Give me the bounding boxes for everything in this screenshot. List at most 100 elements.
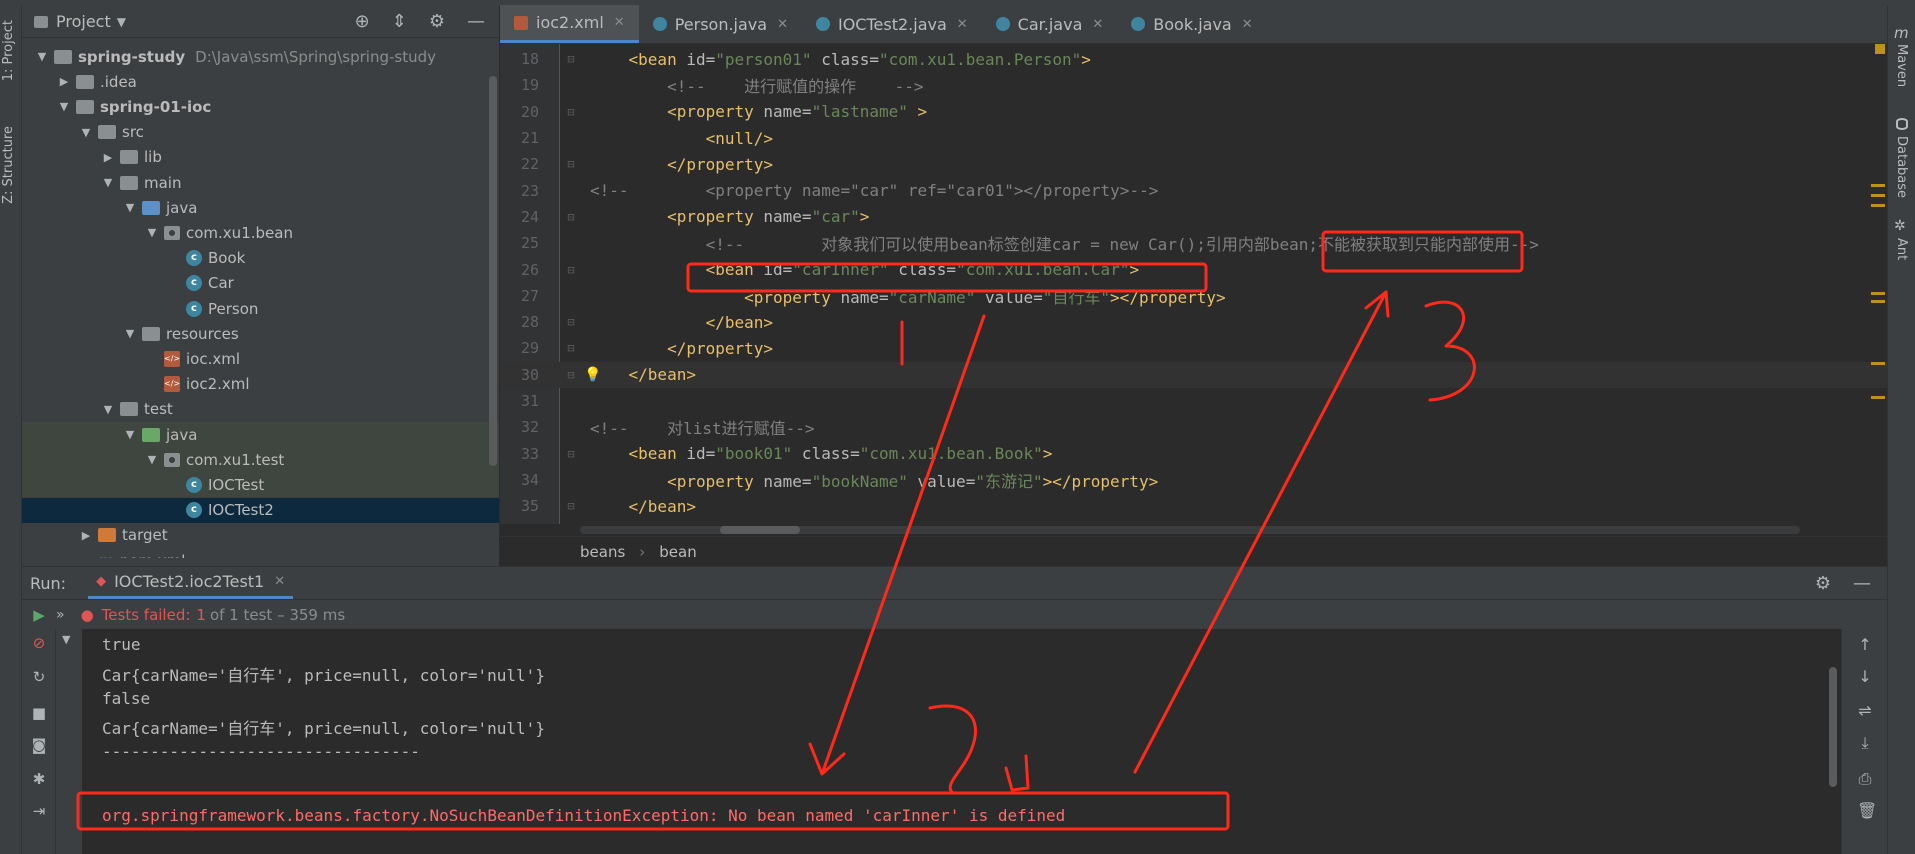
- code-line[interactable]: 34 <property name="bookName" value="东游记"…: [500, 467, 1887, 493]
- fold-marker-icon[interactable]: ⊟: [560, 447, 582, 461]
- tree-item[interactable]: ▼ com.xu1.bean: [22, 220, 499, 245]
- code-line[interactable]: 29 ⊟ </property>: [500, 335, 1887, 361]
- lightbulb-icon[interactable]: 💡: [584, 367, 601, 383]
- collapse-all-icon[interactable]: ⇕: [392, 11, 407, 32]
- scroll-thumb[interactable]: [720, 526, 800, 534]
- code-line[interactable]: 35 ⊟ </bean>: [500, 493, 1887, 519]
- ant-tool-tab[interactable]: Ant: [1894, 238, 1909, 260]
- chevron-right-icon[interactable]: ▶: [56, 75, 72, 88]
- maven-tool-tab[interactable]: Maven: [1894, 44, 1909, 87]
- close-icon[interactable]: ✕: [957, 17, 968, 32]
- close-icon[interactable]: ✕: [777, 17, 788, 32]
- project-scrollbar[interactable]: [489, 76, 497, 466]
- warning-marker[interactable]: [1871, 194, 1885, 197]
- code-line[interactable]: 18 ⊟ <bean id="person01" class="com.xu1.b…: [500, 46, 1887, 72]
- tree-item[interactable]: ▼ resources: [22, 321, 499, 346]
- chevron-down-icon[interactable]: ▼: [122, 327, 138, 340]
- tree-item[interactable]: m pom.xml: [22, 548, 499, 559]
- warning-marker[interactable]: [1871, 396, 1885, 399]
- tree-item[interactable]: ▼ test: [22, 397, 499, 422]
- settings-icon[interactable]: ✱: [31, 771, 47, 787]
- chevron-down-icon[interactable]: ▼: [122, 201, 138, 214]
- project-tree[interactable]: ▼ spring-study D:\Java\ssm\Spring\spring-s…: [22, 38, 499, 558]
- tree-item[interactable]: </> ioc2.xml: [22, 372, 499, 397]
- chevron-down-icon[interactable]: ▼: [78, 126, 94, 139]
- fold-marker-icon[interactable]: ⊟: [560, 105, 582, 119]
- rerun-icon[interactable]: ▶: [22, 606, 56, 624]
- test-tree[interactable]: ▼: [56, 629, 82, 854]
- chevron-down-icon[interactable]: ▼: [122, 428, 138, 441]
- warning-marker[interactable]: [1871, 300, 1885, 303]
- tree-item[interactable]: ▶ target: [22, 523, 499, 548]
- fold-marker-icon[interactable]: ⊟: [560, 210, 582, 224]
- gear-icon[interactable]: ⚙: [1815, 573, 1831, 594]
- console-output[interactable]: true Car{carName='自行车', price=null, color…: [82, 629, 1862, 854]
- chevron-down-icon[interactable]: ▼: [100, 403, 116, 416]
- tree-item[interactable]: c Person: [22, 296, 499, 321]
- fold-marker-icon[interactable]: ⊟: [560, 368, 582, 382]
- run-config-tab[interactable]: ◆ IOCTest2.ioc2Test1 ✕: [88, 567, 294, 599]
- gear-icon[interactable]: ⚙: [429, 11, 445, 32]
- warning-marker[interactable]: [1871, 292, 1885, 295]
- warning-marker[interactable]: [1871, 184, 1885, 187]
- soft-wrap-icon[interactable]: ⇌: [1857, 701, 1873, 720]
- camera-icon[interactable]: ◙: [31, 737, 47, 753]
- chevron-down-icon[interactable]: ▼: [117, 15, 126, 29]
- editor-horizontal-scrollbar[interactable]: [580, 526, 1800, 534]
- tree-item[interactable]: ▶ lib: [22, 145, 499, 170]
- down-arrow-icon[interactable]: ↓: [1857, 667, 1873, 686]
- chevron-down-icon[interactable]: ▼: [62, 633, 70, 646]
- fold-marker-icon[interactable]: ⊟: [560, 52, 582, 66]
- tree-item[interactable]: c Book: [22, 246, 499, 271]
- up-arrow-icon[interactable]: ↑: [1857, 635, 1873, 654]
- tree-item[interactable]: ▶ .idea: [22, 69, 499, 94]
- tree-item[interactable]: ▼ java: [22, 195, 499, 220]
- project-panel-title[interactable]: Project: [56, 12, 111, 31]
- chevron-down-icon[interactable]: ▼: [34, 50, 50, 63]
- close-icon[interactable]: ✕: [274, 574, 285, 589]
- tree-item[interactable]: ▼ java: [22, 422, 499, 447]
- tree-item[interactable]: c IOCTest2: [22, 497, 499, 523]
- code-line[interactable]: 28 ⊟ </bean>: [500, 309, 1887, 335]
- minimize-icon[interactable]: —: [1853, 573, 1871, 594]
- code-line[interactable]: 32 <!-- 对list进行赋值-->: [500, 414, 1887, 440]
- tree-item[interactable]: ▼ spring-01-ioc: [22, 94, 499, 119]
- fold-marker-icon[interactable]: ⊟: [560, 263, 582, 277]
- warning-marker[interactable]: [1871, 204, 1885, 207]
- expand-icon[interactable]: »: [56, 607, 65, 623]
- warning-marker[interactable]: [1871, 362, 1885, 365]
- close-icon[interactable]: ✕: [1242, 17, 1253, 32]
- structure-tool-tab[interactable]: Z: Structure: [1, 126, 16, 204]
- code-line[interactable]: 24 ⊟ <property name="car">: [500, 204, 1887, 230]
- code-line[interactable]: 26 ⊟ <bean id="carInner" class="com.xu1.b…: [500, 256, 1887, 282]
- editor-tab[interactable]: IOCTest2.java ✕: [802, 5, 982, 43]
- chevron-down-icon[interactable]: ▼: [100, 176, 116, 189]
- close-icon[interactable]: ✕: [1092, 17, 1103, 32]
- tree-item[interactable]: ▼ src: [22, 120, 499, 145]
- fold-marker-icon[interactable]: ⊟: [560, 499, 582, 513]
- code-line[interactable]: 23 <!-- <property name="car" ref="car01">…: [500, 178, 1887, 204]
- fold-marker-icon[interactable]: ⊟: [560, 341, 582, 355]
- code-view[interactable]: 18 ⊟ <bean id="person01" class="com.xu1.b…: [500, 44, 1887, 524]
- code-line[interactable]: 20 ⊟ <property name="lastname" >: [500, 99, 1887, 125]
- warning-marker[interactable]: [1875, 44, 1885, 54]
- code-line[interactable]: 30 ⊟ 💡 </bean>: [500, 361, 1887, 388]
- chevron-down-icon[interactable]: ▼: [144, 453, 160, 466]
- exit-icon[interactable]: ⇥: [31, 803, 47, 819]
- code-line[interactable]: 31: [500, 388, 1887, 414]
- tree-item[interactable]: ▼ com.xu1.test: [22, 447, 499, 473]
- chevron-right-icon[interactable]: ▶: [78, 529, 94, 542]
- console-scrollbar[interactable]: [1829, 667, 1837, 787]
- tree-item[interactable]: ▼ spring-study D:\Java\ssm\Spring\spring-s…: [22, 44, 499, 69]
- stop-icon[interactable]: ■: [31, 705, 47, 721]
- close-icon[interactable]: ✕: [614, 15, 625, 30]
- locate-icon[interactable]: ⊕: [355, 11, 370, 32]
- minimize-icon[interactable]: —: [467, 11, 485, 32]
- failed-tests-icon[interactable]: ⊘: [31, 635, 47, 651]
- editor-tab[interactable]: Book.java ✕: [1117, 5, 1266, 43]
- print-icon[interactable]: ⎙: [1857, 769, 1873, 789]
- tree-item[interactable]: </> ioc.xml: [22, 346, 499, 371]
- editor-tab[interactable]: ioc2.xml ✕: [500, 5, 639, 43]
- code-line[interactable]: 25 <!-- 对象我们可以使用bean标签创建car = new Car();…: [500, 230, 1887, 256]
- trash-icon[interactable]: 🗑: [1857, 801, 1877, 820]
